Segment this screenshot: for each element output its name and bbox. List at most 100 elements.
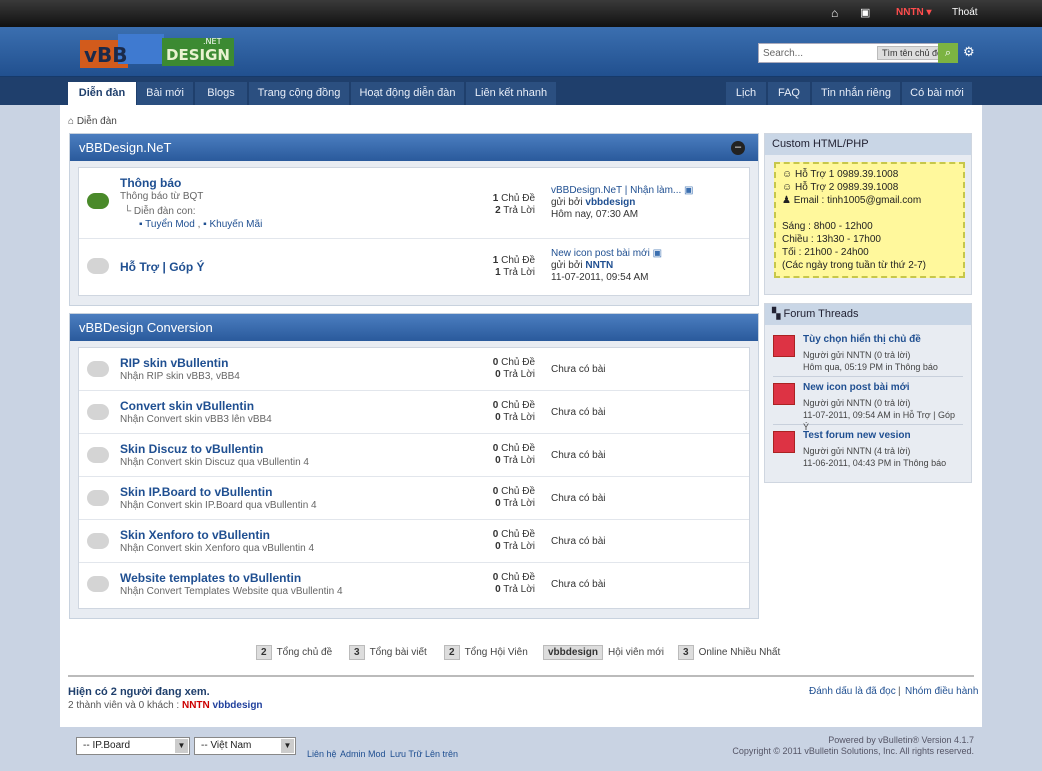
thread-title[interactable]: New icon post bài mới: [803, 382, 910, 393]
forum-section: vBBDesign.NeT – Thông báo Thông báo từ BQ…: [69, 133, 759, 306]
forum-title[interactable]: Convert skin vBullentin: [120, 399, 254, 413]
search-icon[interactable]: ⌕: [938, 43, 958, 63]
language-select[interactable]: -- Việt Nam ▼: [194, 737, 296, 755]
forum-list: RIP skin vBullentin Nhận RIP skin vBB3, v…: [78, 347, 750, 609]
forum-title[interactable]: Skin Discuz to vBullentin: [120, 442, 263, 456]
thread-list: Tùy chọn hiển thị chủ đề Người gửi NNTN (…: [765, 325, 971, 473]
forum-section: vBBDesign Conversion RIP skin vBullentin…: [69, 313, 759, 619]
forum-row: RIP skin vBullentin Nhận RIP skin vBB3, v…: [79, 348, 749, 391]
thread-avatar-icon: [773, 383, 795, 405]
tab-new-threads[interactable]: Có bài mới: [902, 82, 972, 105]
online-user[interactable]: vbbdesign: [213, 700, 263, 711]
header: vBB DESIGN .NET Search... Tìm tên chủ đề…: [0, 27, 1042, 77]
forum-row: Thông báo Thông báo từ BQT └ Diễn đàn co…: [79, 168, 749, 239]
tab-private-messages[interactable]: Tin nhắn riêng: [812, 82, 900, 105]
forum-description: Thông báo từ BQT: [120, 191, 204, 202]
forum-threads-box: ▚ Forum Threads Tùy chọn hiển thị chủ đề…: [764, 303, 972, 483]
tab-quick-links[interactable]: Liên kết nhanh: [466, 82, 556, 105]
home-icon[interactable]: ⌂: [831, 6, 838, 20]
search-scope-tag[interactable]: Tìm tên chủ đề: [877, 46, 948, 60]
last-post: Chưa có bài: [551, 579, 606, 590]
forum-stats: 1 Chủ Đề 1 Trả Lời: [492, 255, 535, 278]
footer-link-contact[interactable]: Liên hệ: [307, 749, 337, 759]
thread-title[interactable]: Test forum new vesion: [803, 430, 911, 441]
svg-text:vBB: vBB: [84, 43, 128, 67]
powered-by: Powered by vBulletin® Version 4.1.7: [828, 735, 974, 745]
email-line: ♟ Email : tinh1005@gmail.com: [782, 195, 922, 206]
goto-post-icon[interactable]: ▣: [653, 248, 662, 259]
tab-faq[interactable]: FAQ: [768, 82, 810, 105]
forum-title[interactable]: RIP skin vBullentin: [120, 356, 228, 370]
forum-status-icon: [87, 193, 109, 209]
thread-meta: Người gửi NNTN (0 trả lời) Hôm qua, 05:19…: [803, 350, 938, 372]
mark-read-link[interactable]: Đánh dấu là đã đọc: [809, 686, 896, 697]
search-box[interactable]: Search... Tìm tên chủ đề ⌕: [758, 43, 958, 63]
tab-community[interactable]: Trang cộng đồng: [249, 82, 349, 105]
forum-row: Convert skin vBullentin Nhận Convert skin…: [79, 391, 749, 434]
forum-description: Nhận Convert Templates Website qua vBull…: [120, 586, 343, 597]
staff-link[interactable]: Nhóm điều hành: [905, 686, 978, 697]
subforum-label: └ Diễn đàn con:: [124, 206, 196, 217]
forum-status-icon: [87, 490, 109, 506]
online-user[interactable]: NNTN: [182, 700, 210, 711]
top-bar: ⌂ ▣ NNTN ▾ Thoát: [0, 0, 1042, 27]
gear-icon[interactable]: ⚙: [963, 44, 975, 60]
forum-title[interactable]: Skin IP.Board to vBullentin: [120, 485, 272, 499]
forum-title[interactable]: Thông báo: [120, 176, 181, 190]
goto-post-icon[interactable]: ▣: [684, 185, 693, 196]
notification-icon[interactable]: ▣: [860, 6, 870, 19]
forum-title[interactable]: Website templates to vBullentin: [120, 571, 301, 585]
logout-link[interactable]: Thoát: [952, 7, 978, 18]
forum-description: Nhận Convert skin IP.Board qua vBullenti…: [120, 500, 317, 511]
site-logo[interactable]: vBB DESIGN .NET: [78, 32, 238, 72]
forum-status-icon: [87, 258, 109, 274]
forum-stats: 0 Chủ Đề 0 Trả Lời: [492, 357, 535, 380]
last-post: vBBDesign.NeT | Nhận làm... ▣ gửi bởi vb…: [551, 185, 694, 220]
stat-members: 2 Tổng Hội Viên: [444, 645, 528, 660]
forum-status-icon: [87, 576, 109, 592]
forum-row: Skin IP.Board to vBullentin Nhận Convert …: [79, 477, 749, 520]
last-post: Chưa có bài: [551, 493, 606, 504]
breadcrumb[interactable]: ⌂ Diễn đàn: [68, 116, 117, 127]
tab-blogs[interactable]: Blogs: [195, 82, 247, 105]
footer-link-archive[interactable]: Lưu Trữ: [390, 749, 423, 759]
section-header[interactable]: vBBDesign Conversion: [70, 314, 758, 341]
forum-row: Skin Discuz to vBullentin Nhận Convert sk…: [79, 434, 749, 477]
subforum-links: ▪ Tuyển Mod , ▪ Khuyến Mãi: [139, 219, 263, 230]
last-post-title[interactable]: vBBDesign.NeT | Nhận làm...: [551, 185, 681, 196]
stat-most-online: 3 Online Nhiều Nhất: [678, 645, 780, 660]
footer-link-top[interactable]: Lên trên: [425, 749, 458, 759]
svg-text:DESIGN: DESIGN: [166, 46, 230, 64]
main-nav: Diễn đàn Bài mới Blogs Trang cộng đồng H…: [0, 77, 1042, 105]
footer-link-admin[interactable]: Admin: [340, 749, 366, 759]
subforum-link[interactable]: ▪ Khuyến Mãi: [203, 219, 262, 230]
forum-title[interactable]: Skin Xenforo to vBullentin: [120, 528, 270, 542]
search-input[interactable]: Search...: [763, 48, 803, 59]
tab-calendar[interactable]: Lịch: [726, 82, 766, 105]
section-header[interactable]: vBBDesign.NeT –: [70, 134, 758, 161]
last-post-user[interactable]: NNTN: [585, 260, 613, 271]
tab-forum[interactable]: Diễn đàn: [68, 82, 136, 105]
forum-stats: 0 Chủ Đề 0 Trả Lời: [492, 400, 535, 423]
smile-icon: ☺: [782, 182, 793, 193]
collapse-icon[interactable]: –: [731, 141, 745, 155]
thread-item: New icon post bài mới Người gửi NNTN (0 t…: [773, 377, 963, 432]
footer-link-mod[interactable]: Mod: [368, 749, 386, 759]
user-icon: ♟: [782, 195, 791, 206]
tab-new-posts[interactable]: Bài mới: [137, 82, 193, 105]
thread-meta: Người gửi NNTN (4 trả lời) 11-06-2011, 04…: [803, 446, 947, 468]
divider: [68, 675, 974, 677]
forum-row: Website templates to vBullentin Nhận Conv…: [79, 563, 749, 606]
last-post-user[interactable]: vbbdesign: [585, 197, 635, 208]
forum-stats: 1 Chủ Đề 2 Trả Lời: [492, 193, 535, 216]
user-menu[interactable]: NNTN ▾: [896, 7, 932, 18]
tab-activity[interactable]: Hoạt động diễn đàn: [351, 82, 464, 105]
last-post-title[interactable]: New icon post bài mới: [551, 248, 650, 259]
forum-title[interactable]: Hỗ Trợ | Góp Ý: [120, 260, 205, 274]
svg-text:.NET: .NET: [203, 37, 222, 46]
style-select[interactable]: -- IP.Board ▼: [76, 737, 190, 755]
online-title: Hiện có 2 người đang xem.: [68, 686, 210, 698]
thread-title[interactable]: Tùy chọn hiển thị chủ đề: [803, 334, 921, 345]
subforum-link[interactable]: ▪ Tuyển Mod: [139, 219, 195, 230]
online-detail: 2 thành viên và 0 khách : NNTN vbbdesign: [68, 700, 263, 711]
